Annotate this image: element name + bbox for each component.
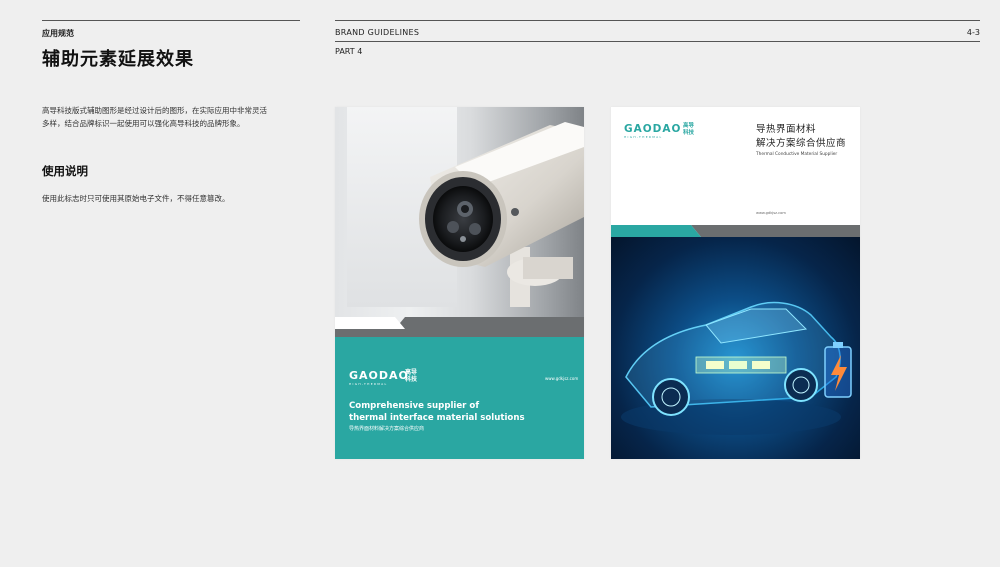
page-number: 4-3 xyxy=(966,28,980,37)
website-url: www.gdkjsz.com xyxy=(756,211,786,215)
header-rule-left xyxy=(42,20,300,21)
logo-wordmark: GAODAO xyxy=(349,369,409,382)
logo-cn-line1: 高导 xyxy=(683,123,695,129)
logo-wordmark: GAODAO xyxy=(624,123,682,135)
brochure-card-camera: GAODAO HIGH-THERMAL 高导 科技 www.gdkjsz.com… xyxy=(335,107,584,459)
tagline-english: Comprehensive supplier of thermal interf… xyxy=(349,400,569,424)
header-rule-right-lower xyxy=(335,41,980,42)
tagline-line2: thermal interface material solutions xyxy=(349,413,525,423)
car-icon xyxy=(621,301,852,435)
headline-line2: 解决方案综合供应商 xyxy=(756,138,847,149)
headline-chinese: 导热界面材料 解决方案综合供应商 xyxy=(756,123,846,151)
electric-car-image xyxy=(611,237,860,459)
logo-chinese: 高导 科技 xyxy=(683,123,694,136)
description-text: 高导科技版式辅助图形是经过设计后的图形，在实际应用中非常灵活多样，结合品牌标识一… xyxy=(42,106,267,128)
usage-heading: 使用说明 xyxy=(42,164,88,178)
tagline-line1: Comprehensive supplier of xyxy=(349,401,480,411)
header-rule-right xyxy=(335,20,980,21)
tagline-chinese: 导热界面材料解决方案综合供应商 xyxy=(349,426,425,432)
part-label: PART 4 xyxy=(335,47,363,56)
logo-cn-line2: 科技 xyxy=(405,376,418,383)
headline-line1: 导热界面材料 xyxy=(756,124,817,135)
page-title: 辅助元素延展效果 xyxy=(42,49,194,70)
camera-photo xyxy=(335,107,584,329)
logo-chinese: 高导 科技 xyxy=(405,369,417,383)
logo-subtext: HIGH-THERMAL xyxy=(624,135,663,139)
subtitle-english: Thermal Conductive Material Supplier xyxy=(756,152,838,157)
website-url: www.gdkjsz.com xyxy=(545,376,579,381)
security-camera-icon xyxy=(419,122,584,307)
usage-text: 使用此标志时只可使用其原始电子文件，不得任意篡改。 xyxy=(42,194,230,203)
brand-guidelines-label: BRAND GUIDELINES xyxy=(335,28,420,37)
teal-band-under xyxy=(335,337,584,459)
brochure-card-car: GAODAO HIGH-THERMAL 高导 科技 导热界面材料 解决方案综合供… xyxy=(611,107,860,459)
gaodao-logo: GAODAO HIGH-THERMAL xyxy=(349,369,409,386)
decorative-band-shape xyxy=(335,317,584,337)
section-label: 应用规范 xyxy=(42,29,74,38)
logo-cn-line1: 高导 xyxy=(405,369,418,376)
logo-subtext: HIGH-THERMAL xyxy=(349,382,388,386)
gaodao-logo: GAODAO HIGH-THERMAL xyxy=(624,123,681,139)
logo-cn-line2: 科技 xyxy=(683,129,695,136)
